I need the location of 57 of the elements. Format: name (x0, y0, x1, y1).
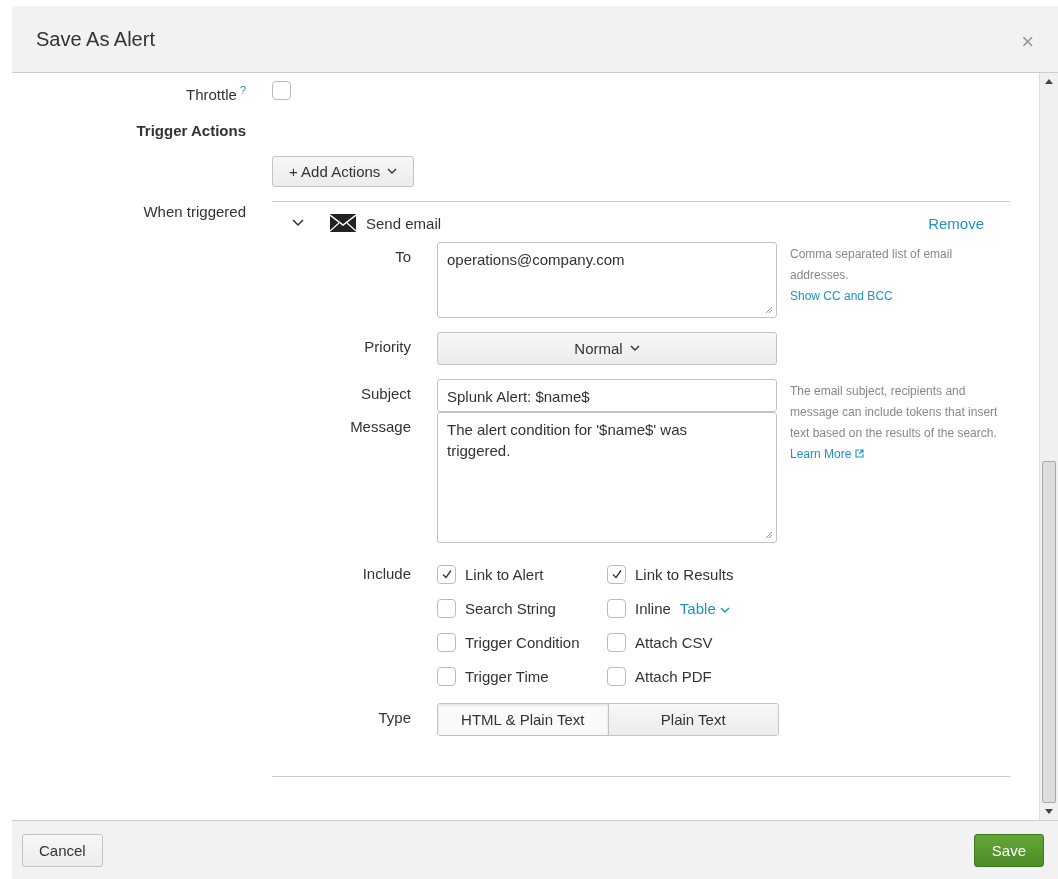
checkbox-label: Search String (465, 599, 556, 617)
priority-dropdown[interactable]: Normal (437, 332, 777, 365)
help-text: Comma separated list of email addresses. (790, 247, 953, 282)
section-heading: Trigger Actions (136, 122, 246, 139)
message-field[interactable]: The alert condition for '$name$' was triggered. (437, 412, 777, 543)
checkbox[interactable] (607, 632, 626, 652)
type-toggle-option[interactable]: Plain Text (608, 704, 778, 735)
field-label: Throttle (186, 86, 237, 103)
checkbox[interactable] (437, 632, 456, 652)
add-actions-button[interactable]: + Add Actions (272, 156, 415, 187)
scrollbar-thumb[interactable] (1042, 460, 1056, 803)
to-field[interactable]: operations@company.com (437, 242, 777, 318)
help-text: The email subject, recipients and message can include tokens that insert text based on the results of the search. (790, 384, 998, 440)
resize-grip-icon[interactable] (765, 306, 773, 314)
checkmark-icon (610, 568, 623, 580)
chevron-icon[interactable] (292, 219, 304, 227)
subject-field[interactable]: Splunk Alert: $name$ (437, 379, 777, 412)
checkbox-label: Link to Results (635, 565, 734, 583)
remove-link[interactable]: Remove (928, 214, 984, 232)
help-link[interactable]: ? (239, 84, 246, 96)
caret-icon (387, 168, 398, 175)
checkbox-label: Trigger Condition (465, 633, 580, 651)
checkbox[interactable] (607, 598, 626, 618)
field-label: When triggered (143, 203, 246, 220)
envelope-icon (330, 214, 356, 232)
field-label: Type (378, 709, 411, 726)
field-label: Include (362, 565, 411, 582)
external-link-icon (854, 449, 864, 458)
checkbox[interactable] (437, 666, 456, 686)
scroll-up-icon[interactable] (1045, 79, 1053, 84)
checkbox[interactable] (437, 598, 456, 618)
save-button[interactable]: Save (973, 833, 1044, 867)
checkbox-label: Link to Alert (465, 565, 544, 583)
type-toggle-option[interactable]: HTML & Plain Text (438, 704, 609, 735)
checkbox[interactable] (607, 666, 626, 686)
scroll-down-icon[interactable] (1045, 809, 1053, 814)
caret-icon (719, 606, 730, 614)
field-label: Priority (364, 338, 411, 355)
field-label: Message (350, 418, 411, 435)
checkbox[interactable] (607, 564, 626, 584)
field-label: To (395, 248, 411, 265)
checkmark-icon (440, 568, 453, 580)
scrollbar[interactable] (1039, 73, 1058, 820)
checkbox-label: Inline (635, 599, 671, 617)
checkbox[interactable] (437, 564, 456, 584)
caret-icon (629, 345, 640, 352)
show-cc-bcc-link[interactable]: Show CC and BCC (790, 289, 893, 303)
checkbox-label: Attach PDF (635, 667, 712, 685)
checkbox-label: Trigger Time (465, 667, 549, 685)
cancel-button[interactable]: Cancel (22, 833, 103, 867)
field-label: Subject (360, 385, 411, 402)
checkbox-label: Attach CSV (635, 633, 713, 651)
throttle-checkbox[interactable] (272, 80, 291, 100)
dialog-title: Save As Alert (36, 27, 155, 51)
resize-grip-icon[interactable] (765, 531, 773, 539)
action-name: Send email (366, 214, 442, 232)
learn-more-link[interactable]: Learn More (790, 447, 864, 461)
